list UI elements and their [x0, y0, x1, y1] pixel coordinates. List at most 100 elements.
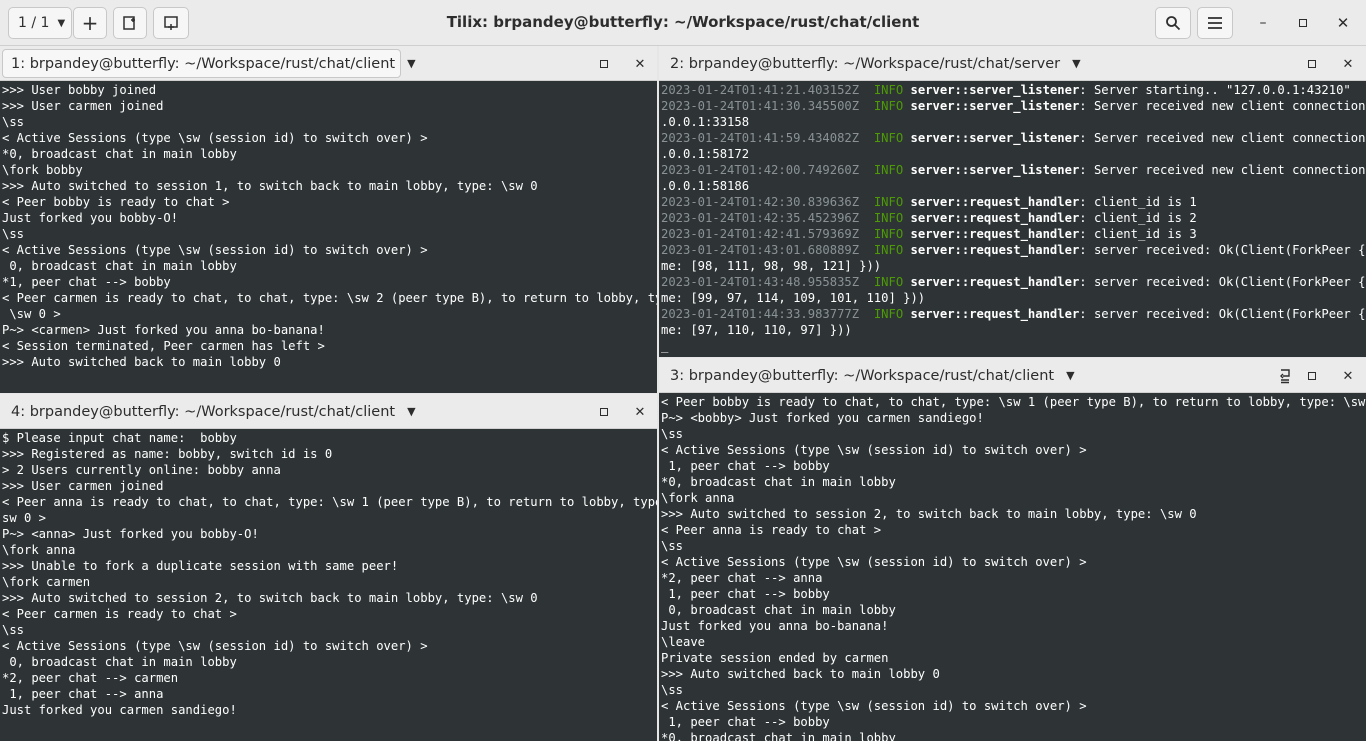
log-level: INFO [873, 307, 904, 321]
terminal-line: _ [2, 734, 657, 741]
terminal-line: \ss [661, 539, 684, 553]
log-level: INFO [873, 243, 904, 257]
terminal-line: < Peer bobby is ready to chat > [2, 195, 230, 209]
terminal-line: \ss [2, 115, 25, 129]
pane-3-maximize-button[interactable] [1302, 366, 1322, 386]
close-window-button[interactable]: ✕ [1331, 12, 1355, 34]
terminal-line: >>> Auto switched back to main lobby 0 [2, 355, 281, 369]
maximize-button[interactable] [1291, 12, 1315, 34]
session-counter: 1 / 1 [18, 15, 50, 31]
split-down-icon [164, 16, 178, 30]
terminal-pane-1[interactable]: 1: brpandey@butterfly: ~/Workspace/rust/… [0, 46, 657, 393]
menu-button[interactable] [1197, 7, 1233, 39]
terminal-line: P~> <carmen> Just forked you anna bo-ban… [2, 323, 325, 337]
pane-2-header: 2: brpandey@butterfly: ~/Workspace/rust/… [659, 46, 1366, 81]
maximize-icon [1299, 19, 1307, 27]
pane-3-header: 3: brpandey@butterfly: ~/Workspace/rust/… [659, 358, 1366, 393]
terminal-line: >>> User carmen joined [2, 479, 164, 493]
terminal-line: *0, broadcast chat in main lobby [2, 147, 237, 161]
log-message: : Server received new client connection … [1079, 99, 1366, 113]
pane-3-sync-input-button[interactable] [1275, 366, 1295, 386]
pane-1-title-button[interactable]: 1: brpandey@butterfly: ~/Workspace/rust/… [2, 49, 416, 78]
log-module: server::request_handler [910, 275, 1080, 289]
minimize-button[interactable]: – [1251, 12, 1275, 34]
chevron-down-icon: ▼ [407, 405, 416, 418]
log-message: : client_id is 1 [1079, 195, 1197, 209]
log-timestamp: 2023-01-24T01:42:35.452396Z [661, 211, 860, 225]
add-terminal-right-button[interactable] [113, 7, 147, 39]
split-right-icon [123, 16, 135, 30]
terminal-line: < Active Sessions (type \sw (session id)… [2, 243, 428, 257]
terminal-line: 1, peer chat --> bobby [661, 587, 830, 601]
terminal-line: >>> Auto switched back to main lobby 0 [661, 667, 940, 681]
pane-1-close-button[interactable]: ✕ [630, 54, 650, 74]
pane-4-title: 4: brpandey@butterfly: ~/Workspace/rust/… [11, 403, 396, 420]
log-timestamp: 2023-01-24T01:41:30.345500Z [661, 99, 860, 113]
terminal-line: 0, broadcast chat in main lobby [661, 603, 896, 617]
pane-2-title-button[interactable]: 2: brpandey@butterfly: ~/Workspace/rust/… [661, 49, 1081, 78]
pane-2-terminal-output[interactable]: 2023-01-24T01:41:21.403152Z INFO server:… [659, 82, 1366, 357]
pane-4-header: 4: brpandey@butterfly: ~/Workspace/rust/… [0, 394, 657, 429]
pane-1-maximize-button[interactable] [594, 54, 614, 74]
terminal-line: *2, peer chat --> carmen [2, 671, 179, 685]
terminal-line: < Peer carmen is ready to chat, to chat,… [2, 291, 657, 305]
pane-2-close-button[interactable]: ✕ [1338, 54, 1358, 74]
terminal-pane-2[interactable]: 2: brpandey@butterfly: ~/Workspace/rust/… [659, 46, 1366, 357]
hamburger-icon [1208, 17, 1222, 29]
log-message: : server received: Ok(Client(ForkPeer { … [1079, 275, 1366, 289]
right-horizontal-splitter[interactable] [659, 357, 1366, 358]
log-module: server::server_listener [910, 99, 1080, 113]
terminal-pane-3[interactable]: 3: brpandey@butterfly: ~/Workspace/rust/… [659, 358, 1366, 741]
pane-1-terminal-output[interactable]: >>> User bobby joined >>> User carmen joi… [0, 82, 657, 393]
terminal-line: Just forked you anna bo-banana! [661, 619, 889, 633]
pane-4-close-button[interactable]: ✕ [630, 402, 650, 422]
log-message: : server received: Ok(Client(ForkPeer { … [1079, 243, 1366, 257]
terminal-line: *0, broadcast chat in main lobby [661, 475, 896, 489]
close-icon: ✕ [1336, 14, 1350, 32]
terminal-line: \fork anna [661, 491, 735, 505]
pane-4-title-button[interactable]: 4: brpandey@butterfly: ~/Workspace/rust/… [2, 397, 416, 426]
log-module: server::request_handler [910, 227, 1080, 241]
terminal-line: _ [2, 386, 657, 393]
pane-3-title-button[interactable]: 3: brpandey@butterfly: ~/Workspace/rust/… [661, 361, 1081, 390]
chevron-down-icon: ▼ [407, 57, 416, 70]
add-terminal-down-button[interactable] [153, 7, 189, 39]
terminal-line: \ss [661, 683, 684, 697]
pane-2-title: 2: brpandey@butterfly: ~/Workspace/rust/… [670, 55, 1061, 72]
search-icon [1166, 16, 1181, 31]
log-line-continuation: .0.0.1:58172 [661, 147, 750, 161]
maximize-icon [1308, 372, 1316, 380]
pane-3-close-button[interactable]: ✕ [1338, 366, 1358, 386]
pane-4-terminal-output[interactable]: $ Please input chat name: bobby >>> Regis… [0, 430, 657, 741]
terminal-line: $ Please input chat name: bobby [2, 431, 237, 445]
close-icon: ✕ [634, 404, 646, 420]
add-terminal-button[interactable]: + [73, 7, 107, 39]
pane-3-terminal-output[interactable]: < Peer bobby is ready to chat, to chat, … [659, 394, 1366, 741]
pane-4-maximize-button[interactable] [594, 402, 614, 422]
close-icon: ✕ [634, 56, 646, 72]
terminal-line: >>> Auto switched to session 2, to switc… [661, 507, 1197, 521]
terminal-line: Just forked you carmen sandiego! [2, 703, 237, 717]
session-switcher-button[interactable]: 1 / 1 ▼ [8, 7, 72, 39]
log-line: 2023-01-24T01:42:35.452396Z INFO server:… [661, 210, 1366, 226]
terminal-line: P~> <anna> Just forked you bobby-O! [2, 527, 259, 541]
find-button[interactable] [1155, 7, 1191, 39]
log-line: 2023-01-24T01:41:21.403152Z INFO server:… [661, 82, 1366, 98]
terminal-pane-4[interactable]: 4: brpandey@butterfly: ~/Workspace/rust/… [0, 394, 657, 741]
terminal-line: < Active Sessions (type \sw (session id)… [661, 699, 1087, 713]
terminal-line: \fork bobby [2, 163, 83, 177]
log-message: : client_id is 3 [1079, 227, 1197, 241]
terminal-line: < Active Sessions (type \sw (session id)… [2, 131, 428, 145]
log-level: INFO [873, 163, 904, 177]
terminal-line: < Peer anna is ready to chat > [661, 523, 882, 537]
log-level: INFO [873, 227, 904, 241]
log-timestamp: 2023-01-24T01:42:00.749260Z [661, 163, 860, 177]
left-horizontal-splitter[interactable] [0, 393, 657, 394]
terminal-line: *1, peer chat --> bobby [2, 275, 171, 289]
maximize-icon [600, 60, 608, 68]
pane-2-maximize-button[interactable] [1302, 54, 1322, 74]
log-timestamp: 2023-01-24T01:43:48.955835Z [661, 275, 860, 289]
terminal-line: \fork carmen [2, 575, 91, 589]
vertical-splitter[interactable] [657, 46, 659, 741]
